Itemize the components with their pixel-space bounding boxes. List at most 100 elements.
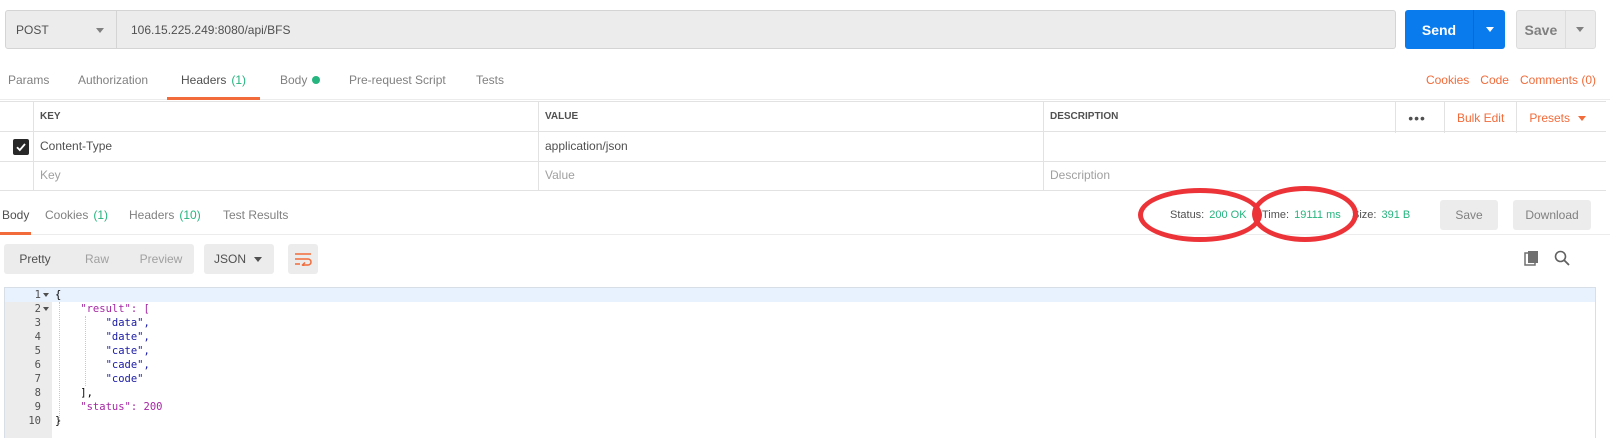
save-label: Save (1524, 21, 1558, 38)
code-text: "cade", (55, 359, 150, 371)
code-line: 2 "result": [ (5, 302, 1595, 316)
code-line: 1 { (5, 288, 1595, 302)
cookies-link[interactable]: Cookies (1426, 73, 1469, 87)
wrap-lines-button[interactable] (288, 244, 318, 274)
fold-arrow-icon[interactable] (43, 293, 49, 297)
column-header-description: DESCRIPTION (1050, 111, 1119, 122)
active-tab-indicator (167, 97, 261, 100)
chevron-down-icon (96, 28, 104, 33)
chevron-down-icon (1485, 27, 1494, 32)
tab-label: Headers (129, 208, 175, 222)
active-tab-indicator (0, 232, 32, 235)
code-text: "status": 200 (55, 401, 163, 413)
new-description-field[interactable]: Description (1044, 160, 1606, 190)
tab-label: Cookies (45, 208, 89, 222)
save-request-button[interactable]: Save (1516, 10, 1596, 49)
response-size: Size: 391 B (1352, 195, 1410, 235)
code-line: 5 "cate", (5, 344, 1595, 358)
tab-response-body[interactable]: Body (0, 195, 32, 235)
code-text: ], (55, 387, 93, 399)
presets-label: Presets (1529, 110, 1570, 125)
response-body-editor[interactable]: 1 { 2 "result": [ 3 "data", 4 "date", 5 … (4, 287, 1596, 438)
tab-headers[interactable]: Headers (1) (167, 60, 261, 100)
tab-count: (1) (231, 73, 247, 87)
table-actions: ••• Bulk Edit Presets (1395, 102, 1586, 133)
fold-arrow-icon[interactable] (43, 307, 49, 311)
tab-label: Params (8, 73, 50, 87)
table-row: Content-Type application/json (0, 131, 1606, 162)
chevron-down-icon (254, 257, 262, 262)
raw-view-button[interactable]: Raw (66, 244, 128, 274)
download-button[interactable]: Download (1513, 200, 1591, 230)
tab-authorization[interactable]: Authorization (78, 60, 148, 100)
line-number: 6 (34, 359, 41, 371)
tab-count: (10) (179, 208, 201, 222)
line-number: 9 (34, 401, 41, 413)
preview-view-button[interactable]: Preview (128, 244, 194, 274)
url-text: 106.15.225.249:8080/api/BFS (131, 22, 291, 37)
code-line: 3 "data", (5, 316, 1595, 330)
comments-link[interactable]: Comments (0) (1520, 73, 1596, 87)
save-response-button[interactable]: Save (1440, 200, 1498, 230)
code-line: 8 ], (5, 386, 1595, 400)
send-options-button[interactable] (1474, 27, 1505, 32)
divider (1516, 102, 1518, 133)
tab-body[interactable]: Body (280, 60, 321, 100)
code-line: 4 "date", (5, 330, 1595, 344)
request-links: Cookies Code Comments (0) (1426, 60, 1596, 100)
url-input[interactable]: 106.15.225.249:8080/api/BFS (117, 10, 1396, 49)
chevron-down-icon (1576, 27, 1585, 32)
column-header-key: KEY (34, 102, 539, 131)
row-checkbox-cell (0, 131, 34, 161)
row-checkbox-cell (0, 160, 34, 190)
red-annotation-circle (1138, 188, 1262, 242)
tab-tests[interactable]: Tests (476, 60, 504, 100)
checkbox-column-header (0, 102, 34, 131)
bulk-edit-link[interactable]: Bulk Edit (1457, 111, 1504, 125)
code-link[interactable]: Code (1480, 73, 1509, 87)
more-options-icon[interactable]: ••• (1408, 110, 1426, 126)
save-options-button[interactable] (1566, 27, 1595, 32)
line-number: 5 (34, 345, 41, 357)
enabled-checkbox[interactable] (13, 139, 29, 155)
new-key-field[interactable]: Key (34, 160, 539, 190)
tab-params[interactable]: Params (8, 60, 49, 100)
header-value-field[interactable]: application/json (539, 131, 1044, 161)
line-number: 7 (34, 373, 41, 385)
header-key-field[interactable]: Content-Type (34, 131, 539, 161)
code-line: 9 "status": 200 (5, 400, 1595, 414)
method-label: POST (16, 22, 49, 37)
presets-dropdown[interactable]: Presets (1529, 111, 1586, 125)
search-icon[interactable] (1554, 250, 1570, 266)
view-mode-toggle: Pretty Raw Preview (4, 244, 194, 274)
code-text: { (55, 289, 62, 301)
body-indicator-dot (312, 76, 321, 84)
pretty-view-button[interactable]: Pretty (4, 244, 66, 274)
new-value-field[interactable]: Value (539, 160, 1044, 190)
code-text: "date", (55, 331, 150, 343)
tab-test-results[interactable]: Test Results (223, 195, 288, 235)
tab-response-cookies[interactable]: Cookies (1) (45, 195, 108, 235)
tab-response-headers[interactable]: Headers (10) (129, 195, 201, 235)
tab-pre-request-script[interactable]: Pre-request Script (349, 60, 446, 100)
line-number: 3 (34, 317, 41, 329)
code-text: "result": [ (55, 303, 150, 315)
send-button[interactable]: Send (1405, 10, 1505, 49)
red-annotation-circle (1252, 186, 1358, 242)
format-select[interactable]: JSON (204, 244, 274, 274)
header-description-field[interactable] (1044, 131, 1606, 161)
copy-icon[interactable] (1524, 250, 1540, 266)
tab-label: Body (2, 208, 30, 222)
code-text: } (55, 415, 62, 427)
line-number: 10 (28, 415, 41, 427)
response-tabs: Body Cookies (1) Headers (10) Test Resul… (0, 186, 1610, 242)
method-select[interactable]: POST (5, 10, 117, 49)
line-number: 1 (34, 289, 41, 301)
code-line: 6 "cade", (5, 358, 1595, 372)
format-label: JSON (214, 252, 247, 266)
code-text: "data", (55, 317, 150, 329)
divider (1395, 102, 1397, 133)
code-text: "code" (55, 373, 144, 385)
tab-label: Tests (476, 73, 505, 87)
tab-label: Body (280, 73, 308, 87)
